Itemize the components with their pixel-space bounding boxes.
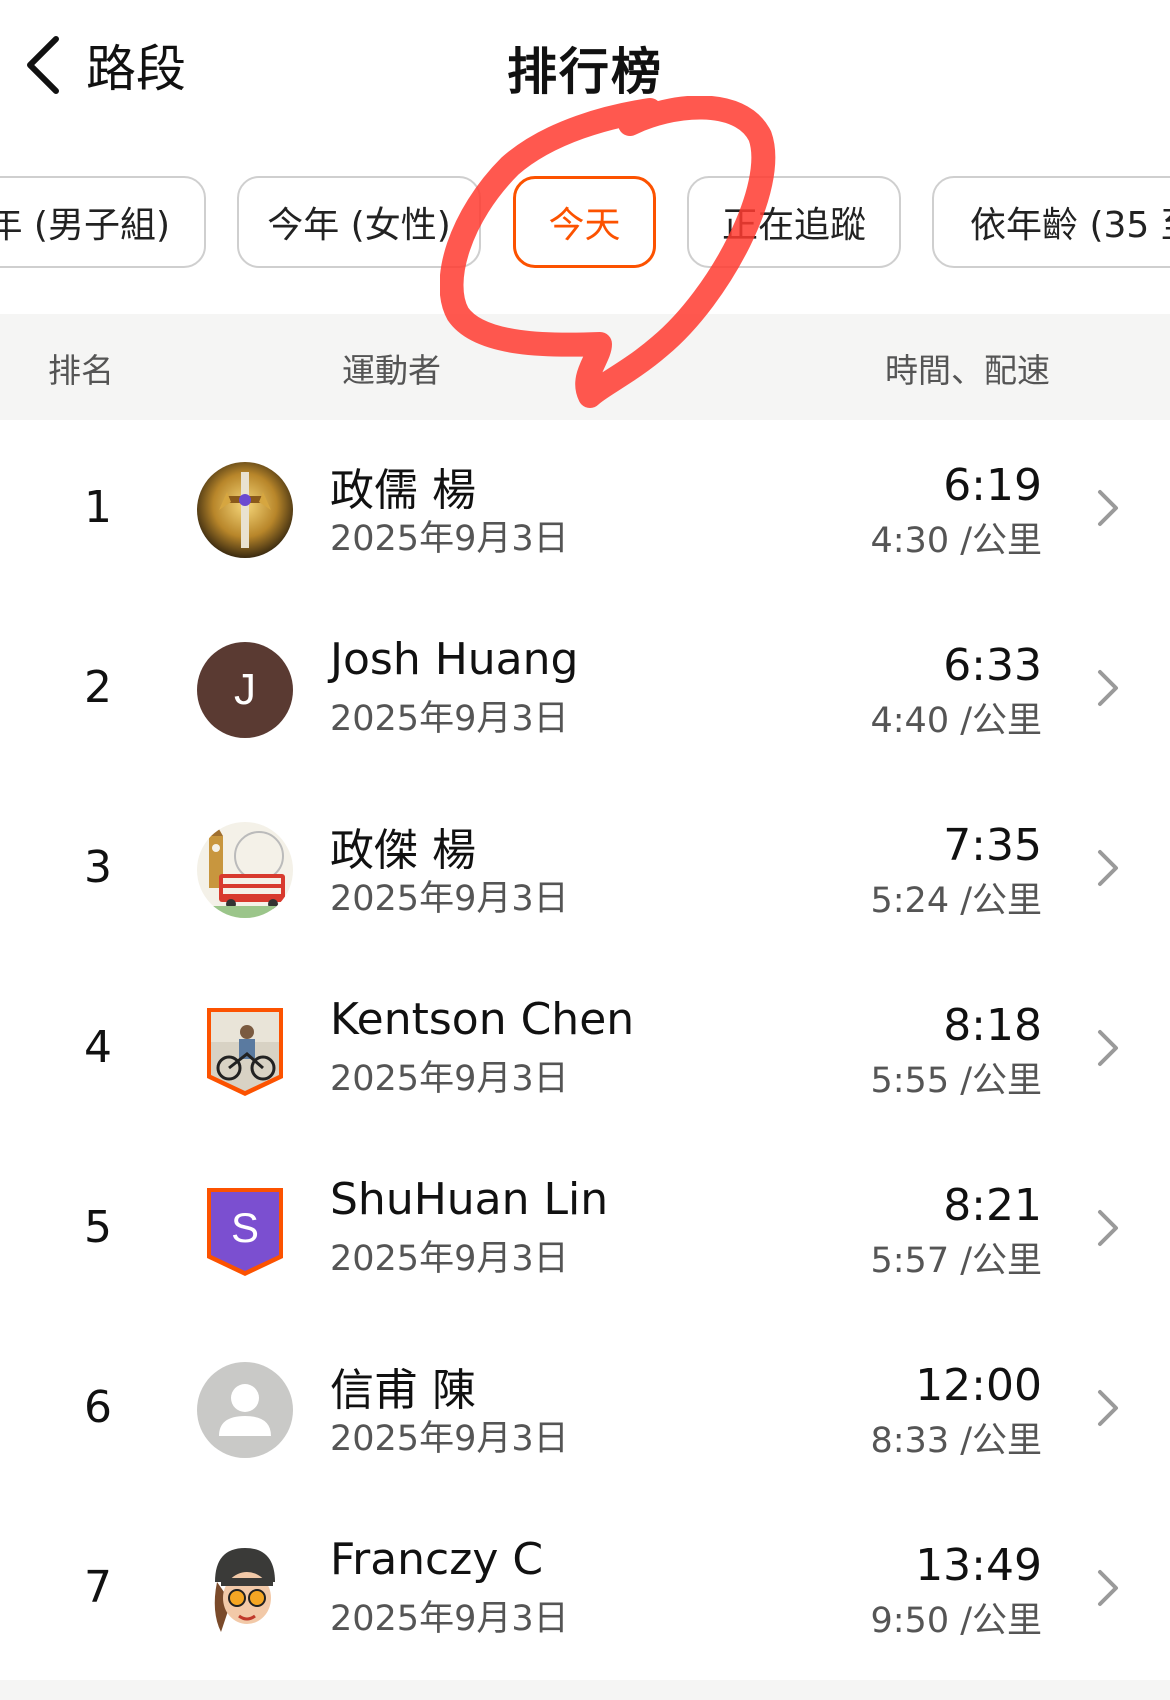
initial-avatar: J — [197, 642, 293, 738]
pace: 9:50 /公里 — [870, 1601, 1042, 1641]
chevron-right-icon — [1098, 670, 1118, 706]
elapsed-time: 6:33 — [943, 640, 1042, 691]
leaderboard-row[interactable]: 2 J Josh Huang 2025年9月3日 6:33 4:40 /公里 — [0, 600, 1170, 780]
svg-text:J: J — [234, 665, 256, 714]
cyclist-photo-avatar — [207, 1008, 283, 1096]
activity-date: 2025年9月3日 — [330, 1599, 569, 1639]
chevron-right-icon — [1098, 1390, 1118, 1426]
page-title: 排行榜 — [507, 43, 663, 101]
athlete-name: 信甫 陳 — [330, 1365, 476, 1416]
sword-avatar — [197, 462, 293, 558]
athlete-name: Josh Huang — [330, 634, 579, 685]
activity-date: 2025年9月3日 — [330, 1239, 569, 1279]
initial-shield-avatar: S — [207, 1188, 283, 1276]
pace: 5:57 /公里 — [870, 1241, 1042, 1281]
elapsed-time: 8:18 — [943, 1000, 1042, 1051]
activity-date: 2025年9月3日 — [330, 519, 569, 559]
pace: 4:40 /公里 — [870, 701, 1042, 741]
column-rank: 排名 — [48, 351, 114, 390]
pace: 5:55 /公里 — [870, 1061, 1042, 1101]
activity-date: 2025年9月3日 — [330, 879, 569, 919]
athlete-name: Franczy C — [330, 1534, 544, 1585]
athlete-name: 政儒 楊 — [330, 465, 476, 516]
activity-date: 2025年9月3日 — [330, 699, 569, 739]
athlete-name: ShuHuan Lin — [330, 1174, 609, 1225]
list-footer-divider — [0, 1680, 1170, 1700]
leaderboard-column-header: 排名 運動者 時間、配速 — [0, 314, 1170, 420]
filter-chip-this-year-men[interactable]: 年 (男子組) — [0, 176, 206, 268]
leaderboard-row[interactable]: 6 信甫 陳 2025年9月3日 12:00 8:33 /公里 — [0, 1320, 1170, 1500]
elapsed-time: 13:49 — [915, 1540, 1042, 1591]
filter-chip-label: 正在追蹤 — [721, 205, 866, 246]
rank-number: 6 — [84, 1382, 112, 1433]
pace: 4:30 /公里 — [870, 521, 1042, 561]
rank-number: 4 — [84, 1022, 112, 1073]
rank-number: 1 — [84, 482, 112, 533]
chevron-right-icon — [1098, 1210, 1118, 1246]
rank-number: 7 — [84, 1562, 112, 1613]
column-athlete: 運動者 — [342, 351, 441, 390]
elapsed-time: 7:35 — [943, 820, 1042, 871]
filter-chip-today[interactable]: 今天 — [513, 176, 656, 268]
leaderboard-row[interactable]: 3 政傑 楊 2025年9月3日 7:35 5:24 /公里 — [0, 780, 1170, 960]
leaderboard-row[interactable]: 1 政儒 楊 2025年9月3日 6:19 4:30 /公里 — [0, 420, 1170, 600]
rank-number: 2 — [84, 662, 112, 713]
leaderboard-row[interactable]: 5 S ShuHuan Lin 2025年9月3日 8:21 5:57 /公里 — [0, 1140, 1170, 1320]
elapsed-time: 8:21 — [943, 1180, 1042, 1231]
chevron-right-icon — [1098, 490, 1118, 526]
filter-chip-label: 年 (男子組) — [0, 205, 170, 246]
pace: 5:24 /公里 — [870, 881, 1042, 921]
athlete-name: Kentson Chen — [330, 994, 635, 1045]
default-person-avatar — [197, 1362, 293, 1458]
top-bar: 路段 排行榜 — [0, 0, 1170, 140]
leaderboard-list: 1 政儒 楊 2025年9月3日 6:19 4:30 /公里 2 J Josh … — [0, 420, 1170, 1680]
activity-date: 2025年9月3日 — [330, 1419, 569, 1459]
leaderboard-row[interactable]: 4 Kentson Chen 2025年9月3日 8:18 5:55 /公里 — [0, 960, 1170, 1140]
cartoon-avatar — [197, 1542, 293, 1638]
chevron-right-icon — [1098, 850, 1118, 886]
london-avatar — [197, 822, 293, 918]
pace: 8:33 /公里 — [870, 1421, 1042, 1461]
leaderboard-row[interactable]: 7 Franczy C 2025年9月3日 13:49 9:50 /公里 — [0, 1500, 1170, 1680]
rank-number: 3 — [84, 842, 112, 893]
filter-chip-by-age[interactable]: 依年齡 (35 至 — [932, 176, 1170, 268]
filter-chip-row: 年 (男子組) 今年 (女性) 今天 正在追蹤 依年齡 (35 至 — [0, 176, 1170, 272]
filter-chip-label: 依年齡 (35 至 — [970, 205, 1170, 246]
chevron-right-icon — [1098, 1570, 1118, 1606]
svg-text:S: S — [231, 1204, 259, 1251]
activity-date: 2025年9月3日 — [330, 1059, 569, 1099]
filter-chip-this-year-women[interactable]: 今年 (女性) — [237, 176, 481, 268]
athlete-name: 政傑 楊 — [330, 825, 476, 876]
elapsed-time: 6:19 — [943, 460, 1042, 511]
rank-number: 5 — [84, 1202, 112, 1253]
filter-chip-label: 今天 — [548, 205, 621, 246]
filter-chip-following[interactable]: 正在追蹤 — [687, 176, 901, 268]
filter-chip-label: 今年 (女性) — [267, 205, 451, 246]
chevron-right-icon — [1098, 1030, 1118, 1066]
column-time-pace: 時間、配速 — [885, 351, 1050, 390]
elapsed-time: 12:00 — [915, 1360, 1042, 1411]
